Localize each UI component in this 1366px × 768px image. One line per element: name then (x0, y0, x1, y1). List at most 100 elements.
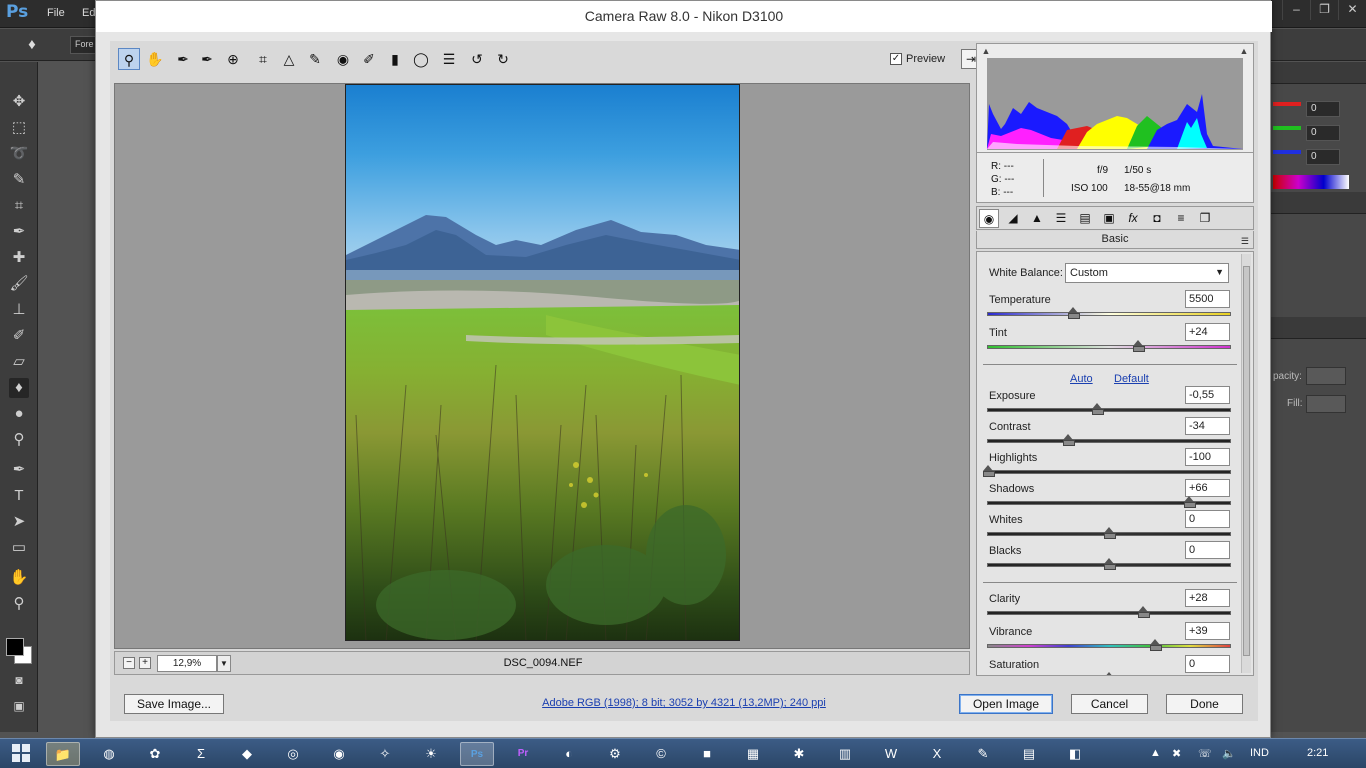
menu-file[interactable]: File (47, 7, 65, 19)
tray-network-icon[interactable]: ✖ (1172, 747, 1181, 760)
preview-toggle[interactable]: ✓ Preview (890, 53, 945, 65)
slider-track-clarity[interactable] (987, 606, 1231, 618)
opacity-field[interactable] (1306, 367, 1346, 385)
brush-tool-icon[interactable]: 🖌 (9, 274, 29, 294)
preferences-icon[interactable]: ☰ (438, 48, 460, 70)
eyedropper-tool-icon[interactable]: ✒ (9, 222, 29, 242)
app-icon[interactable]: ☀ (414, 742, 448, 766)
tab-detail-icon[interactable]: ▲ (1027, 209, 1047, 228)
red-eye-icon[interactable]: ◉ (332, 48, 354, 70)
spot-removal-icon[interactable]: ✎ (304, 48, 326, 70)
tab-hsl-icon[interactable]: ☰ (1051, 209, 1071, 228)
app-icon[interactable]: ▦ (736, 742, 770, 766)
slider-value-temperature[interactable]: 5500 (1185, 290, 1230, 308)
slider-value-blacks[interactable]: 0 (1185, 541, 1230, 559)
rotate-cw-icon[interactable]: ↻ (492, 48, 514, 70)
slider-track-tint[interactable] (987, 340, 1231, 352)
volume-icon[interactable]: 🔈 (1222, 747, 1236, 760)
panel-scrollbar[interactable] (1241, 254, 1251, 673)
menu-edit[interactable]: Ed (82, 7, 95, 19)
slider-value-tint[interactable]: +24 (1185, 323, 1230, 341)
app-icon[interactable]: ✧ (368, 742, 402, 766)
cancel-button[interactable]: Cancel (1071, 694, 1148, 714)
white-balance-tool-icon[interactable]: ✒ (172, 48, 194, 70)
slider-thumb-highlights[interactable] (983, 465, 995, 477)
red-value[interactable]: 0 (1306, 101, 1340, 117)
blur-tool-icon[interactable]: ● (9, 404, 29, 424)
history-brush-icon[interactable]: ✐ (9, 326, 29, 346)
slider-thumb-shadows[interactable] (1183, 496, 1196, 508)
app-icon[interactable]: ◧ (1058, 742, 1092, 766)
straighten-tool-icon[interactable]: △ (278, 48, 300, 70)
slider-value-exposure[interactable]: -0,55 (1185, 386, 1230, 404)
slider-value-vibrance[interactable]: +39 (1185, 622, 1230, 640)
slider-thumb-blacks[interactable] (1104, 558, 1116, 570)
slider-track-shadows[interactable] (987, 496, 1231, 508)
dodge-tool-icon[interactable]: ⚲ (9, 430, 29, 450)
eraser-tool-icon[interactable]: ▱ (9, 352, 29, 372)
hand-tool-icon[interactable]: ✋ (9, 568, 29, 588)
quick-select-tool-icon[interactable]: ✎ (9, 170, 29, 190)
healing-tool-icon[interactable]: ✚ (9, 248, 29, 268)
slider-thumb-whites[interactable] (1104, 527, 1116, 539)
app-icon[interactable]: ✿ (138, 742, 172, 766)
slider-track-highlights[interactable] (983, 465, 1231, 477)
paint-bucket-tool-icon[interactable]: ♦ (9, 378, 29, 398)
default-link[interactable]: Default (1114, 373, 1149, 385)
tab-lens-corrections-icon[interactable]: ▣ (1099, 209, 1119, 228)
blue-value[interactable]: 0 (1306, 149, 1340, 165)
done-button[interactable]: Done (1166, 694, 1243, 714)
app-icon[interactable]: © (644, 742, 678, 766)
language-indicator[interactable]: IND (1250, 747, 1269, 759)
slider-thumb-contrast[interactable] (1062, 434, 1075, 446)
slider-value-whites[interactable]: 0 (1185, 510, 1230, 528)
scroll-thumb[interactable] (1243, 266, 1250, 656)
tab-tone-curve-icon[interactable]: ◢ (1003, 209, 1023, 228)
color-ramp[interactable] (1273, 175, 1349, 189)
tab-snapshots-icon[interactable]: ❐ (1195, 209, 1215, 228)
foreground-color-swatch[interactable] (6, 638, 24, 656)
restore-button[interactable]: ❐ (1310, 0, 1338, 20)
quick-mask-icon[interactable]: ◙ (9, 670, 29, 690)
fill-field[interactable] (1306, 395, 1346, 413)
slider-track-temperature[interactable] (987, 307, 1231, 319)
color-sampler-tool-icon[interactable]: ✒ (196, 48, 218, 70)
app-icon[interactable]: ◆ (230, 742, 264, 766)
open-image-button[interactable]: Open Image (959, 694, 1053, 714)
word-icon[interactable]: W (874, 742, 908, 766)
slider-track-whites[interactable] (987, 527, 1231, 539)
targeted-adjustment-icon[interactable]: ⊕ (222, 48, 244, 70)
zoom-tool-icon[interactable]: ⚲ (118, 48, 140, 70)
shape-tool-icon[interactable]: ▭ (9, 538, 29, 558)
slider-track-contrast[interactable] (987, 434, 1231, 446)
clock[interactable]: 2:21 (1307, 747, 1328, 759)
image-preview-area[interactable] (114, 83, 970, 649)
app-icon[interactable]: ◍ (92, 742, 126, 766)
save-image-button[interactable]: Save Image... (124, 694, 224, 714)
file-explorer-icon[interactable]: 📁 (46, 742, 80, 766)
app-icon[interactable]: ■ (690, 742, 724, 766)
slider-thumb-clarity[interactable] (1137, 606, 1150, 618)
slider-thumb-temperature[interactable] (1067, 307, 1080, 319)
panel-menu-icon[interactable]: ☰ (1241, 233, 1249, 249)
hand-tool-icon[interactable]: ✋ (144, 48, 166, 70)
steam-icon[interactable]: ⚙ (598, 742, 632, 766)
app-icon[interactable]: ▤ (1012, 742, 1046, 766)
slider-value-saturation[interactable]: 0 (1185, 655, 1230, 673)
slider-thumb-saturation[interactable] (1104, 672, 1114, 675)
photoshop-taskbar-icon[interactable]: Ps (460, 742, 494, 766)
close-button[interactable]: ✕ (1338, 0, 1366, 20)
lasso-tool-icon[interactable]: ➰ (9, 144, 29, 164)
tab-split-toning-icon[interactable]: ▤ (1075, 209, 1095, 228)
stamp-tool-icon[interactable]: ⊥ (9, 300, 29, 320)
excel-icon[interactable]: X (920, 742, 954, 766)
slider-value-highlights[interactable]: -100 (1185, 448, 1230, 466)
slider-value-contrast[interactable]: -34 (1185, 417, 1230, 435)
app-icon[interactable]: ✎ (966, 742, 1000, 766)
move-tool-icon[interactable]: ✥ (9, 92, 29, 112)
type-tool-icon[interactable]: T (9, 486, 29, 506)
app-icon[interactable]: ◐ (552, 742, 586, 766)
tab-presets-icon[interactable]: ≡ (1171, 209, 1191, 228)
app-icon[interactable]: Σ (184, 742, 218, 766)
paint-bucket-icon[interactable]: ♦ (22, 35, 42, 55)
